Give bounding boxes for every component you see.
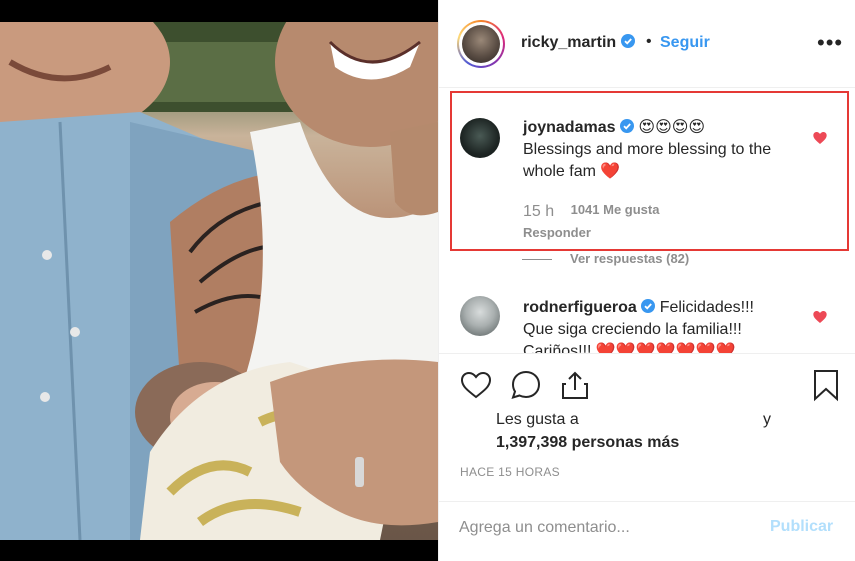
- share-icon[interactable]: [558, 368, 592, 402]
- add-comment-bar: Publicar: [439, 501, 855, 561]
- view-replies-button[interactable]: Ver respuestas (82): [522, 251, 690, 266]
- comment-body: rodnerfigueroa Felicidades!!! Que siga c…: [523, 297, 783, 353]
- owner-username[interactable]: ricky_martin: [521, 34, 616, 51]
- post-timestamp[interactable]: HACE 15 HORAS: [460, 465, 560, 479]
- verified-badge-icon: [641, 299, 656, 313]
- comments-list[interactable]: joynadamas 😍😍😍😍 Blessings and more bless…: [439, 88, 855, 353]
- post-actions: Les gusta a y 1,397,398 personas más HAC…: [439, 353, 855, 521]
- replies-divider-line: [522, 259, 552, 261]
- header-separator: •: [646, 33, 652, 50]
- owner-username-block[interactable]: ricky_martin: [521, 34, 635, 52]
- comment-avatar[interactable]: [460, 296, 500, 336]
- view-replies-label: Ver respuestas (82): [570, 251, 690, 266]
- post-photo[interactable]: [0, 0, 438, 561]
- liked-by-prefix: Les gusta a: [496, 411, 579, 428]
- post-image: [0, 22, 438, 540]
- photo-illustration: [0, 22, 438, 540]
- likes-count[interactable]: 1,397,398 personas más: [496, 434, 679, 452]
- save-bookmark-icon[interactable]: [809, 368, 843, 402]
- post-header: ricky_martin • Seguir •••: [439, 0, 855, 88]
- liked-by-suffix: y: [763, 411, 771, 428]
- more-options-icon[interactable]: •••: [817, 30, 843, 56]
- verified-badge-icon: [620, 34, 635, 48]
- highlight-box: [450, 91, 849, 251]
- follow-button[interactable]: Seguir: [660, 34, 710, 52]
- avatar-photo: [462, 25, 500, 63]
- like-heart-icon[interactable]: [459, 368, 493, 402]
- post-details-panel: ricky_martin • Seguir ••• joynadamas 😍😍😍…: [438, 0, 855, 561]
- comment-bubble-icon[interactable]: [509, 368, 543, 402]
- comment-input[interactable]: [459, 517, 759, 539]
- owner-avatar[interactable]: [457, 20, 505, 68]
- comment-username[interactable]: rodnerfigueroa: [523, 299, 637, 316]
- publish-button[interactable]: Publicar: [770, 518, 833, 536]
- comment-like-heart-icon[interactable]: [812, 309, 828, 325]
